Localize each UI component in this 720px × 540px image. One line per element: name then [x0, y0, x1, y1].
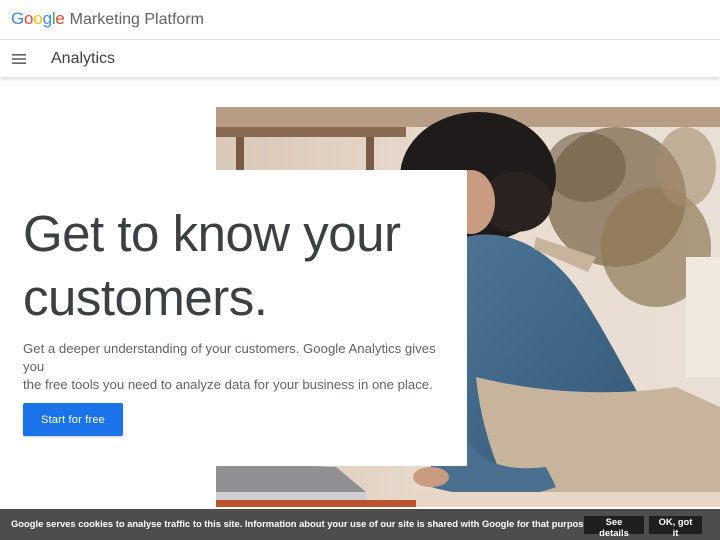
nav-title[interactable]: Analytics: [51, 50, 115, 68]
hero-subtitle: Get a deeper understanding of your custo…: [23, 340, 453, 394]
product-nav-bar: Analytics: [0, 40, 720, 78]
hero-subtitle-line-1: Get a deeper understanding of your custo…: [23, 341, 436, 374]
google-wordmark: Google: [11, 9, 65, 28]
see-details-button[interactable]: See details: [584, 516, 644, 538]
top-bar: Google Marketing Platform: [0, 0, 720, 40]
ok-got-it-button[interactable]: OK, got it: [649, 516, 702, 538]
hero-title: Get to know your customers.: [23, 202, 463, 330]
cookie-consent-bar: Google serves cookies to analyse traffic…: [0, 509, 720, 540]
hero-subtitle-line-2: the free tools you need to analyze data …: [23, 377, 433, 392]
hero-title-line-2: customers.: [23, 269, 268, 326]
google-marketing-platform-logo[interactable]: Google Marketing Platform: [11, 9, 204, 29]
hero-card: Get to know your customers. Get a deeper…: [0, 170, 467, 466]
hamburger-menu-icon[interactable]: [9, 49, 29, 69]
start-for-free-button[interactable]: Start for free: [23, 403, 123, 436]
hero-title-line-1: Get to know your: [23, 205, 401, 262]
cookie-notice-text: Google serves cookies to analyse traffic…: [11, 518, 592, 529]
brand-product-name: Marketing Platform: [69, 11, 204, 28]
